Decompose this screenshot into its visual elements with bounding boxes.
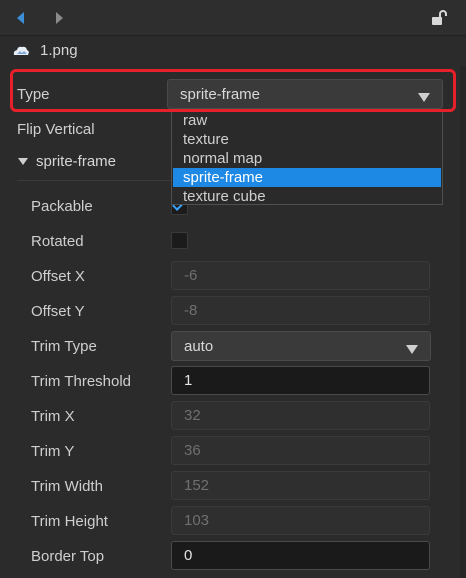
trim-x-field[interactable]: 32 bbox=[171, 401, 430, 430]
option-texture-cube[interactable]: texture cube bbox=[173, 187, 441, 206]
trim-width-label: Trim Width bbox=[31, 478, 103, 495]
border-top-label: Border Top bbox=[31, 548, 105, 565]
section-title: sprite-frame bbox=[36, 153, 117, 170]
type-label: Type bbox=[17, 86, 50, 103]
arrow-left-icon[interactable] bbox=[14, 10, 28, 26]
option-raw[interactable]: raw bbox=[173, 111, 441, 130]
trim-x-label: Trim X bbox=[31, 408, 75, 425]
trim-type-label: Trim Type bbox=[31, 338, 97, 355]
offset-x-label: Offset X bbox=[31, 268, 85, 285]
toolbar bbox=[0, 0, 466, 36]
chevron-down-icon bbox=[406, 345, 418, 354]
trim-height-field[interactable]: 103 bbox=[171, 506, 430, 535]
type-select[interactable]: sprite-frame bbox=[167, 79, 443, 109]
arrow-right-icon[interactable] bbox=[52, 10, 66, 26]
trim-type-select[interactable]: auto bbox=[171, 331, 431, 361]
trim-height-label: Trim Height bbox=[31, 513, 108, 530]
trim-y-label: Trim Y bbox=[31, 443, 75, 460]
offset-x-field[interactable]: -6 bbox=[171, 261, 430, 290]
option-sprite-frame[interactable]: sprite-frame bbox=[173, 168, 441, 187]
unlock-icon[interactable] bbox=[430, 9, 448, 27]
option-normal-map[interactable]: normal map bbox=[173, 149, 441, 168]
offset-y-field[interactable]: -8 bbox=[171, 296, 430, 325]
trim-threshold-label: Trim Threshold bbox=[31, 373, 132, 390]
file-header: 1.png bbox=[0, 36, 466, 66]
rotated-label: Rotated bbox=[31, 233, 84, 250]
trim-type-value: auto bbox=[184, 338, 214, 355]
file-name: 1.png bbox=[40, 42, 78, 59]
flip-vertical-label: Flip Vertical bbox=[17, 121, 95, 138]
trim-width-field[interactable]: 152 bbox=[171, 471, 430, 500]
triangle-down-icon bbox=[18, 157, 28, 165]
rotated-checkbox[interactable] bbox=[171, 232, 188, 249]
trim-threshold-field[interactable]: 1 bbox=[171, 366, 430, 395]
chevron-down-icon bbox=[418, 93, 430, 102]
image-file-icon bbox=[13, 46, 29, 55]
scrollbar[interactable] bbox=[460, 66, 466, 578]
type-select-value: sprite-frame bbox=[180, 86, 261, 103]
border-top-field[interactable]: 0 bbox=[171, 541, 430, 570]
offset-y-label: Offset Y bbox=[31, 303, 85, 320]
option-texture[interactable]: texture bbox=[173, 130, 441, 149]
type-dropdown-list: raw texture normal map sprite-frame text… bbox=[171, 110, 443, 205]
trim-y-field[interactable]: 36 bbox=[171, 436, 430, 465]
packable-label: Packable bbox=[31, 198, 93, 215]
section-header[interactable]: sprite-frame bbox=[18, 153, 116, 170]
